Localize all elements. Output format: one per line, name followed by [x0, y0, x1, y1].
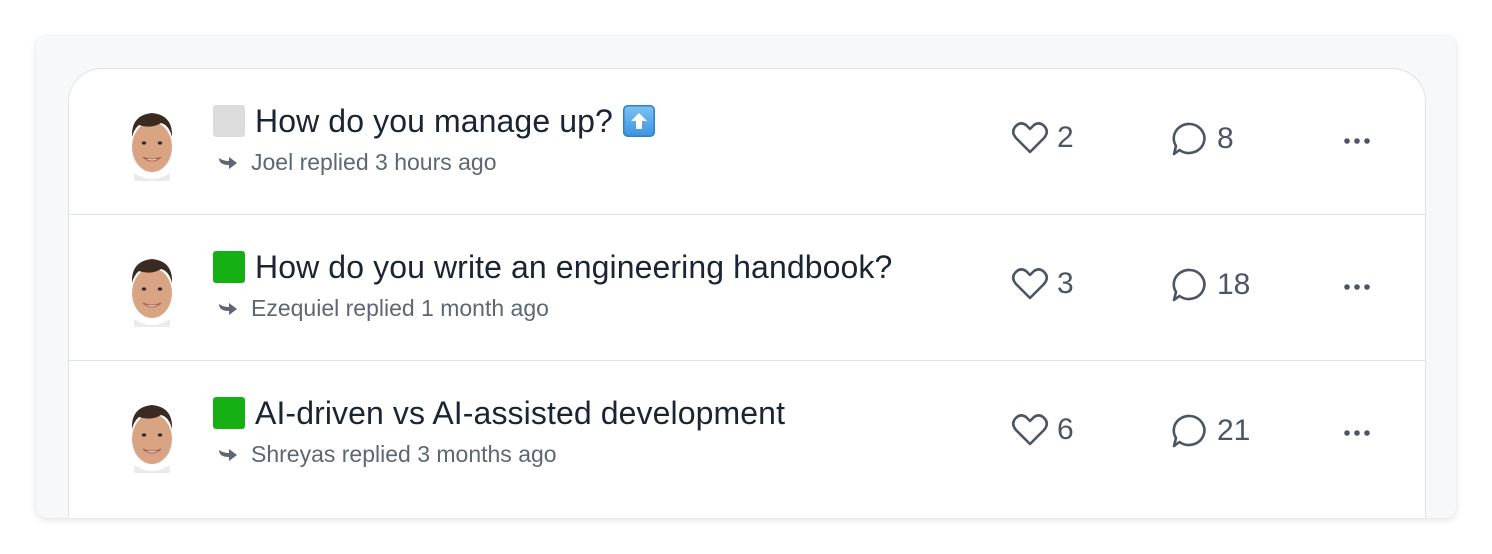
avatar	[131, 113, 173, 181]
like-count: 6	[1057, 413, 1074, 446]
reply-arrow-icon	[219, 448, 237, 461]
thread-title-line[interactable]: How do you write an engineering handbook…	[213, 247, 892, 287]
thread-row[interactable]: How do you write an engineering handbook…	[69, 215, 1425, 361]
avatar	[131, 259, 173, 327]
reply-meta: Joel replied 3 hours ago	[217, 149, 497, 176]
more-options-button[interactable]	[1337, 129, 1377, 153]
reply-meta: Ezequiel replied 1 month ago	[217, 295, 549, 322]
like-button[interactable]: 2	[1011, 121, 1074, 155]
more-dots-icon	[1344, 284, 1370, 290]
reply-meta: Shreyas replied 3 months ago	[217, 441, 557, 468]
heart-icon	[1011, 122, 1049, 154]
like-button[interactable]: 3	[1011, 267, 1074, 301]
thread-title[interactable]: AI-driven vs AI-assisted development	[255, 395, 785, 432]
heart-icon	[1011, 414, 1049, 446]
reply-arrow-icon	[219, 302, 237, 315]
status-square-icon	[213, 397, 245, 429]
more-options-button[interactable]	[1337, 421, 1377, 445]
reply-arrow-icon	[219, 156, 237, 169]
status-square-icon	[213, 251, 245, 283]
comment-button[interactable]: 21	[1171, 413, 1250, 449]
thread-title-line[interactable]: How do you manage up?	[213, 101, 655, 141]
status-square-icon	[213, 105, 245, 137]
more-dots-icon	[1344, 138, 1370, 144]
speech-bubble-icon	[1172, 414, 1206, 448]
thread-title[interactable]: How do you write an engineering handbook…	[255, 249, 892, 286]
reply-text: Shreyas replied 3 months ago	[251, 441, 557, 467]
up-arrow-emoji-icon	[622, 105, 655, 137]
discussion-panel: How do you manage up? Joel replied 3 hou…	[36, 36, 1456, 518]
comment-button[interactable]: 18	[1171, 267, 1250, 303]
comment-count: 8	[1217, 122, 1234, 155]
thread-row[interactable]: How do you manage up? Joel replied 3 hou…	[69, 69, 1425, 215]
thread-row[interactable]: AI-driven vs AI-assisted development Shr…	[69, 361, 1425, 507]
speech-bubble-icon	[1172, 268, 1206, 302]
reply-text: Joel replied 3 hours ago	[251, 149, 497, 175]
comment-count: 18	[1217, 268, 1251, 301]
comment-button[interactable]: 8	[1171, 121, 1234, 157]
reply-text: Ezequiel replied 1 month ago	[251, 295, 549, 321]
comment-count: 21	[1217, 414, 1251, 447]
speech-bubble-icon	[1172, 122, 1206, 156]
thread-list: How do you manage up? Joel replied 3 hou…	[68, 68, 1426, 518]
heart-icon	[1011, 268, 1049, 300]
thread-title-line[interactable]: AI-driven vs AI-assisted development	[213, 393, 785, 433]
like-button[interactable]: 6	[1011, 413, 1074, 447]
more-options-button[interactable]	[1337, 275, 1377, 299]
avatar	[131, 405, 173, 473]
more-dots-icon	[1344, 430, 1370, 436]
like-count: 3	[1057, 267, 1074, 300]
like-count: 2	[1057, 121, 1074, 154]
thread-title[interactable]: How do you manage up?	[255, 103, 613, 140]
